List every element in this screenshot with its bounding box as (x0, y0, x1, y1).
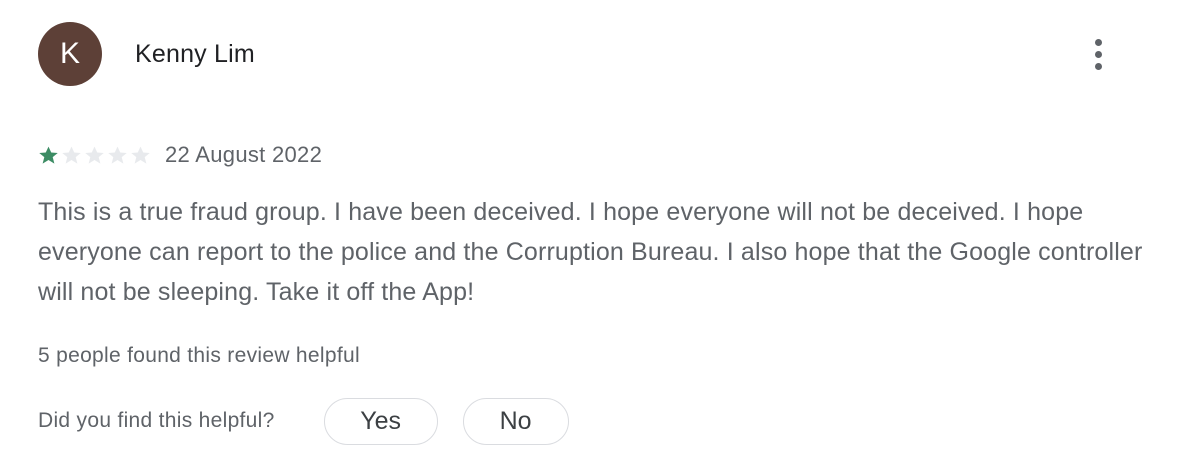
star-empty-icon (130, 145, 151, 166)
star-empty-icon (107, 145, 128, 166)
review-text: This is a true fraud group. I have been … (38, 198, 1143, 306)
review-date: 22 August 2022 (165, 142, 323, 167)
more-vert-icon-dot (1094, 50, 1102, 58)
star-empty-icon (61, 145, 82, 166)
avatar-initial: K (59, 37, 80, 70)
helpful-count: 5 people found this review helpful (38, 344, 360, 367)
review-meta: 22 August 2022 (38, 140, 322, 170)
more-vert-icon-dot (1094, 38, 1102, 46)
avatar: K (38, 22, 102, 86)
helpful-question: Did you find this helpful? (38, 409, 275, 432)
more-vert-icon-dot (1094, 62, 1102, 70)
helpful-feedback: Did you find this helpful? Yes No (38, 397, 569, 445)
reviewer-name: Kenny Lim (135, 39, 255, 68)
star-rating (38, 145, 151, 166)
star-filled-icon (38, 145, 59, 166)
yes-button[interactable]: Yes (323, 397, 438, 445)
no-button[interactable]: No (462, 397, 569, 445)
review-card: K Kenny Lim 22 August 2022 This is a tru… (0, 0, 1194, 452)
review-header: K Kenny Lim (38, 22, 255, 86)
star-empty-icon (84, 145, 105, 166)
more-options-button[interactable] (1082, 34, 1114, 74)
